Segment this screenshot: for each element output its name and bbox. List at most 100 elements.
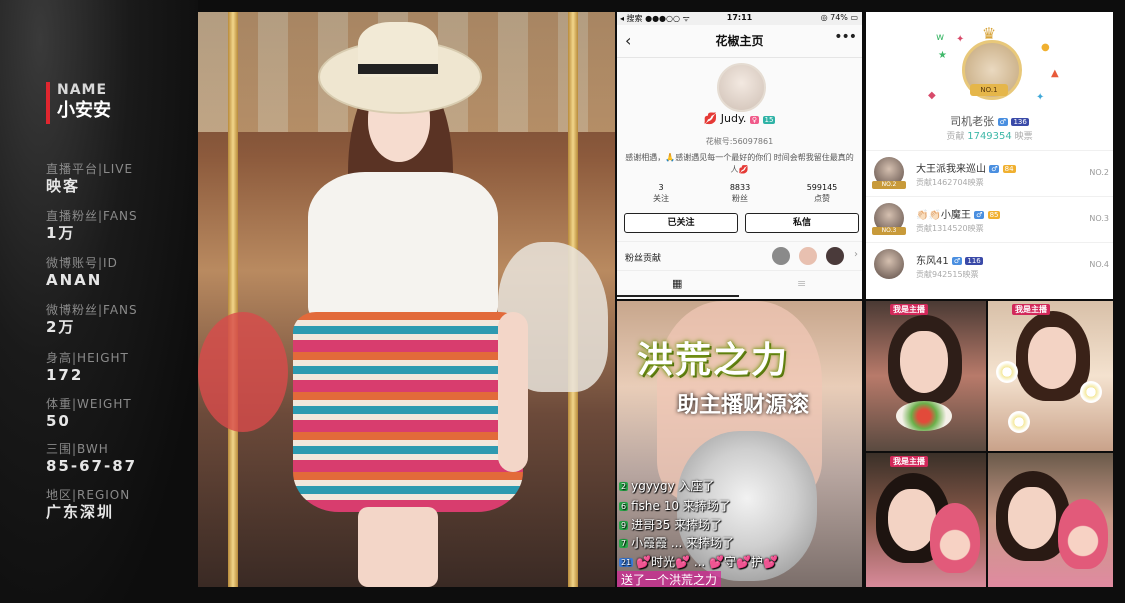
info-value: 广东深圳 bbox=[46, 503, 115, 521]
rank-contrib: 贡献1462704映票 bbox=[916, 178, 984, 187]
level-badge: 116 bbox=[965, 257, 983, 265]
anime-character bbox=[930, 503, 980, 573]
chat-message: 6 fishe 10 来捧场了 bbox=[619, 497, 731, 514]
avatar[interactable] bbox=[717, 63, 766, 112]
confetti: ✦ bbox=[956, 34, 965, 45]
grid-view-icon[interactable]: ▦ bbox=[672, 277, 682, 290]
fan-avatar[interactable] bbox=[772, 247, 790, 265]
profile-name: 💋 Judy. ♀ 15 bbox=[617, 112, 862, 125]
user-id: 花椒号:56097861 bbox=[705, 137, 774, 146]
level-badge: 85 bbox=[987, 211, 1001, 219]
rank-number: NO.4 bbox=[1089, 260, 1109, 269]
stream-thumbnail bbox=[988, 453, 1113, 587]
confetti: ▲ bbox=[1051, 68, 1059, 79]
stream-thumbnail: 我是主播 bbox=[988, 301, 1113, 451]
level-badge: 84 bbox=[1002, 165, 1016, 173]
info-value: 映客 bbox=[46, 177, 81, 195]
profile-header: ‹ 花椒主页 ••• bbox=[617, 25, 862, 58]
rank-name: 东风41 ♂ 116 bbox=[916, 252, 983, 267]
confetti: ✦ bbox=[1036, 92, 1045, 103]
chat-message: 7 小霞霞 ... 来捧场了 bbox=[619, 534, 734, 551]
lily-flower bbox=[1008, 411, 1030, 433]
chat-text: ygyygy 入座了 bbox=[631, 479, 715, 493]
fan-avatar[interactable] bbox=[799, 247, 817, 265]
contrib-prefix: 贡献 bbox=[946, 132, 965, 142]
stat-fans[interactable]: 8833 粉丝 bbox=[710, 182, 770, 204]
profile-info-panel: NAME 小安安 直播平台|LIVE 映客 直播粉丝|FANS 1万 微博账号|… bbox=[0, 0, 198, 603]
chat-level-badge: 6 bbox=[619, 502, 629, 511]
fan-avatar[interactable] bbox=[826, 247, 844, 265]
chat-message: 21 💕时光💕 ... 💕守💕护💕 bbox=[619, 553, 778, 570]
list-view-icon[interactable]: ≡ bbox=[797, 277, 806, 290]
stat-following[interactable]: 3 关注 bbox=[631, 182, 691, 204]
more-icon[interactable]: ••• bbox=[834, 29, 857, 45]
info-label: 微博账号|ID bbox=[46, 256, 118, 270]
rank-username: 大王派我来巡山 bbox=[916, 164, 986, 175]
top-fan-username: 司机老张 bbox=[950, 115, 995, 128]
rank-username: 东风41 bbox=[916, 256, 949, 267]
stat-likes[interactable]: 599145 点赞 bbox=[792, 182, 852, 204]
info-height: 身高|HEIGHT 172 bbox=[46, 351, 129, 385]
list-item[interactable]: 东风41 ♂ 116 贡献942515映票 NO.4 bbox=[866, 242, 1113, 288]
app-profile-screenshot: ◂ 搜索 ●●●○○ ᯤ 17:11 ◎ 74% ▭ ‹ 花椒主页 ••• 💋 … bbox=[617, 12, 862, 299]
info-weight: 体重|WEIGHT 50 bbox=[46, 397, 132, 431]
chat-message: 2 ygyygy 入座了 bbox=[619, 477, 715, 494]
confetti: ★ bbox=[938, 50, 947, 61]
rank-name: 大王派我来巡山 ♂ 84 bbox=[916, 160, 1016, 175]
stat-label: 点赞 bbox=[814, 194, 830, 203]
profile-title: 花椒主页 bbox=[715, 34, 764, 48]
follow-button[interactable]: 已关注 bbox=[624, 213, 738, 233]
info-value: ANAN bbox=[46, 271, 103, 289]
chat-text: fishe 10 来捧场了 bbox=[631, 499, 731, 513]
stat-number: 8833 bbox=[729, 183, 751, 192]
fans-contrib-row[interactable]: 粉丝贡献 › bbox=[617, 241, 862, 271]
top-fan-name: 司机老张 ♂ 136 bbox=[866, 113, 1113, 129]
carousel-horse bbox=[198, 312, 288, 432]
gender-badge: ♂ bbox=[951, 257, 963, 265]
name-label: NAME bbox=[57, 82, 108, 98]
list-item[interactable]: NO.2 大王派我来巡山 ♂ 84 贡献1462704映票 NO.2 bbox=[866, 150, 1113, 196]
info-value: 85-67-87 bbox=[46, 457, 138, 475]
message-button[interactable]: 私信 bbox=[745, 213, 859, 233]
contrib-suffix: 映票 bbox=[1014, 132, 1033, 142]
list-item[interactable]: NO.3 👏🏻👏🏻小魔王 ♂ 85 贡献1314520映票 NO.3 bbox=[866, 196, 1113, 242]
chat-level-badge: 7 bbox=[619, 539, 629, 548]
info-weibo-fans: 微博粉丝|FANS 2万 bbox=[46, 303, 138, 337]
streamer-face bbox=[888, 489, 936, 551]
top-fan-contrib: 贡献 1749354 映票 bbox=[866, 129, 1113, 142]
info-live: 直播平台|LIVE 映客 bbox=[46, 162, 133, 196]
info-label: 身高|HEIGHT bbox=[46, 351, 129, 365]
info-label: 直播粉丝|FANS bbox=[46, 209, 138, 223]
live-tag: 我是主播 bbox=[890, 304, 928, 315]
rank-contrib: 贡献942515映票 bbox=[916, 270, 979, 279]
info-live-fans: 直播粉丝|FANS 1万 bbox=[46, 209, 138, 243]
stat-number: 599145 bbox=[806, 183, 838, 192]
info-label: 直播平台|LIVE bbox=[46, 162, 134, 176]
avatar[interactable] bbox=[874, 249, 904, 279]
model-arm bbox=[498, 312, 528, 472]
rank-tag: NO.2 bbox=[872, 181, 906, 189]
rank-username: 👏🏻👏🏻小魔王 bbox=[916, 210, 971, 221]
info-label: 微博粉丝|FANS bbox=[46, 303, 138, 317]
chevron-right-icon: › bbox=[854, 249, 858, 260]
gender-badge: ♂ bbox=[989, 165, 1000, 173]
live-stream-screenshot: 洪荒之力 助主播财源滚 2 ygyygy 入座了 6 fishe 10 来捧场了 9… bbox=[617, 301, 862, 587]
chat-level-badge: 9 bbox=[619, 521, 629, 530]
model-hat-band bbox=[358, 64, 438, 74]
streamer-face bbox=[1008, 487, 1056, 549]
user-bio: 感谢相遇，🙏感谢遇见每一个最好的你们 时间会帮我留住最真的人💋 bbox=[625, 153, 854, 174]
stream-thumbnail: 我是主播 bbox=[866, 453, 986, 587]
info-weibo-id: 微博账号|ID ANAN bbox=[46, 256, 118, 290]
info-value: 172 bbox=[46, 366, 84, 384]
chat-text: 💕时光💕 ... 💕守💕护💕 bbox=[636, 555, 778, 569]
rank-number: NO.2 bbox=[1089, 168, 1109, 177]
status-right: ◎ 74% ▭ bbox=[820, 13, 858, 22]
stats-row: 3 关注 8833 粉丝 599145 点赞 bbox=[617, 182, 862, 206]
lily-flower bbox=[996, 361, 1018, 383]
lily-flower bbox=[1080, 381, 1102, 403]
stat-label: 粉丝 bbox=[732, 194, 748, 203]
info-value: 2万 bbox=[46, 318, 76, 336]
streamer-face bbox=[1028, 327, 1076, 389]
gender-badge: ♀ bbox=[749, 116, 760, 124]
name-value: 小安安 bbox=[57, 100, 111, 121]
